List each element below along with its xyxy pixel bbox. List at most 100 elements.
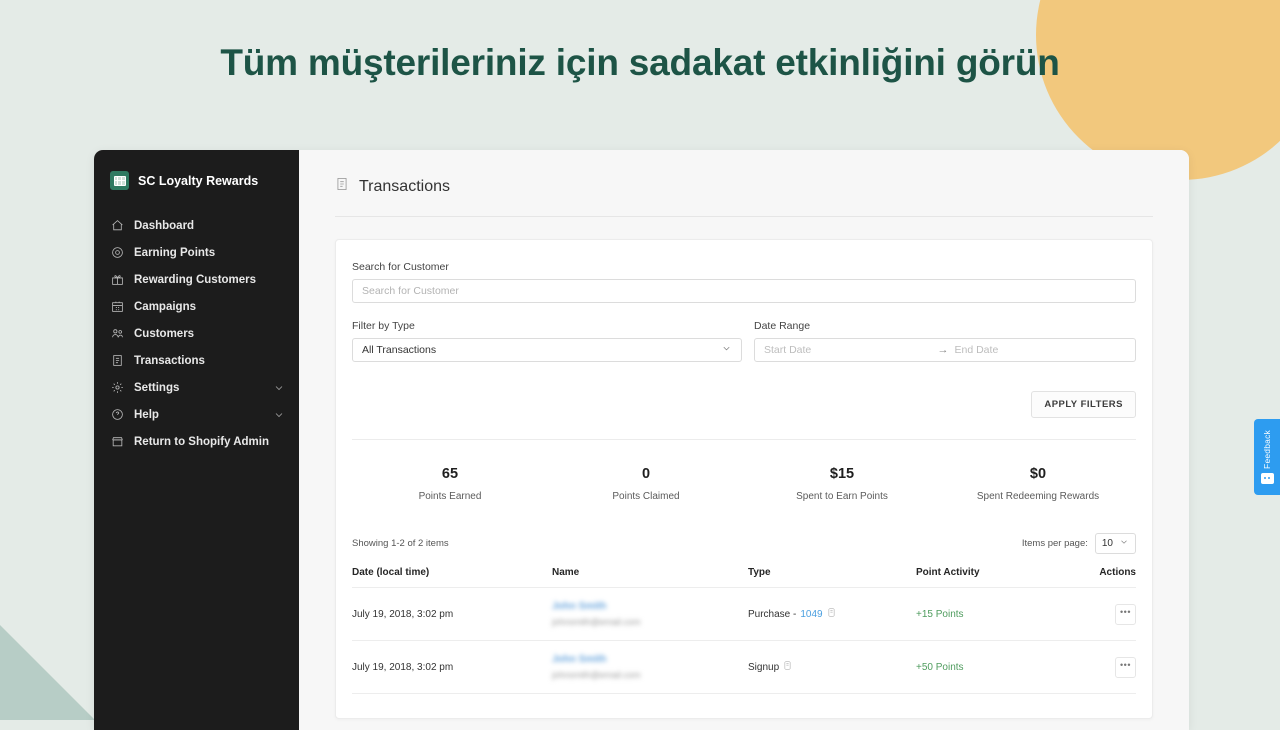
gear-icon: [110, 381, 124, 395]
date-range-label: Date Range: [754, 320, 811, 332]
table-header-row: Date (local time) Name Type Point Activi…: [352, 567, 1136, 588]
note-icon[interactable]: [827, 607, 836, 621]
type-filter-value: All Transactions: [362, 344, 437, 356]
stats-summary: 65 Points Earned 0 Points Claimed $15 Sp…: [352, 439, 1136, 502]
range-arrow-icon: →: [937, 344, 949, 356]
sidebar-item-campaigns[interactable]: Campaigns: [94, 293, 299, 320]
customer-name-link[interactable]: John Smith: [552, 654, 748, 665]
decorative-triangle-bottom-left: [0, 625, 95, 720]
type-filter-label: Filter by Type: [352, 320, 415, 332]
sidebar-item-help[interactable]: Help: [94, 401, 299, 428]
people-icon: [110, 327, 124, 341]
date-range-control: →: [754, 338, 1136, 362]
stat-points-claimed: 0 Points Claimed: [548, 466, 744, 502]
chevron-down-icon: [273, 409, 285, 421]
stat-label: Spent Redeeming Rewards: [976, 491, 1100, 502]
start-date-input[interactable]: [764, 344, 936, 356]
stat-spent-redeeming-rewards: $0 Spent Redeeming Rewards: [940, 466, 1136, 502]
calendar-icon: [110, 300, 124, 314]
column-header-point-activity: Point Activity: [916, 567, 1084, 588]
apply-filters-row: APPLY FILTERS: [352, 391, 1136, 418]
stat-spent-to-earn-points: $15 Spent to Earn Points: [744, 466, 940, 502]
points-value: +50 Points: [916, 661, 964, 673]
app-logo-icon: [110, 171, 129, 190]
list-icon: [110, 354, 124, 368]
store-icon: [110, 435, 124, 449]
showing-count: Showing 1-2 of 2 items: [352, 538, 449, 549]
sidebar-item-rewarding-customers[interactable]: Rewarding Customers: [94, 266, 299, 293]
chevron-down-icon: [1119, 537, 1129, 550]
items-per-page-value: 10: [1101, 538, 1113, 549]
points-value: +15 Points: [916, 608, 964, 620]
table-row: July 19, 2018, 3:02 pm John Smith johnsm…: [352, 640, 1136, 694]
sidebar-item-label: Customers: [134, 327, 195, 340]
type-filter-group: Filter by Type All Transactions: [352, 320, 742, 362]
column-header-name: Name: [552, 567, 748, 588]
row-actions-button[interactable]: •••: [1115, 656, 1136, 678]
main-content: Transactions Search for Customer Filter …: [299, 150, 1189, 730]
stat-value: 65: [441, 466, 459, 482]
chat-icon: [1260, 472, 1274, 484]
cell-name: John Smith johnsmith@email.com: [552, 640, 748, 694]
sidebar-item-earning-points[interactable]: Earning Points: [94, 239, 299, 266]
stat-label: Points Claimed: [612, 491, 680, 502]
column-header-type: Type: [748, 567, 916, 588]
transactions-table: Date (local time) Name Type Point Activi…: [352, 567, 1136, 694]
cell-point-activity: +50 Points: [916, 640, 1084, 694]
sidebar-item-dashboard[interactable]: Dashboard: [94, 212, 299, 239]
chevron-down-icon: [273, 382, 285, 394]
items-per-page-select[interactable]: 10: [1094, 533, 1136, 554]
app-window: SC Loyalty Rewards Dashboard Earning Poi…: [94, 150, 1189, 730]
cell-actions: •••: [1084, 640, 1136, 694]
page-heading: Tüm müşterileriniz için sadakat etkinliğ…: [220, 42, 1060, 83]
cell-name: John Smith johnsmith@email.com: [552, 587, 748, 641]
end-date-input[interactable]: [954, 344, 1126, 356]
target-icon: [110, 246, 124, 260]
brand-name: SC Loyalty Rewards: [138, 173, 259, 188]
sidebar-item-label: Campaigns: [134, 300, 196, 313]
customer-name-link[interactable]: John Smith: [552, 601, 748, 612]
home-icon: [110, 219, 124, 233]
stat-value: 0: [641, 466, 651, 482]
sidebar-item-label: Dashboard: [134, 219, 195, 232]
note-icon[interactable]: [783, 660, 792, 674]
sidebar-item-transactions[interactable]: Transactions: [94, 347, 299, 374]
stat-label: Points Earned: [418, 491, 482, 502]
sidebar-item-label: Help: [134, 408, 159, 421]
row-actions-button[interactable]: •••: [1115, 603, 1136, 625]
sidebar-item-settings[interactable]: Settings: [94, 374, 299, 401]
page-header: Transactions: [335, 176, 1153, 217]
sidebar-item-label: Return to Shopify Admin: [134, 435, 270, 448]
sidebar-item-label: Rewarding Customers: [134, 273, 257, 286]
cell-actions: •••: [1084, 587, 1136, 641]
customer-email: johnsmith@email.com: [552, 670, 641, 680]
filter-row: Filter by Type All Transactions Date Ran…: [352, 320, 1136, 362]
question-circle-icon: [110, 408, 124, 422]
table-row: July 19, 2018, 3:02 pm John Smith johnsm…: [352, 587, 1136, 641]
stat-points-earned: 65 Points Earned: [352, 466, 548, 502]
sidebar-item-label: Settings: [134, 381, 180, 394]
sidebar-item-label: Transactions: [134, 354, 205, 367]
chevron-down-icon: [721, 343, 732, 357]
column-header-actions: Actions: [1084, 567, 1136, 588]
sidebar-item-customers[interactable]: Customers: [94, 320, 299, 347]
sidebar-nav: Dashboard Earning Points Rewarding Custo…: [94, 212, 299, 455]
type-text: Signup: [748, 661, 780, 673]
column-header-date: Date (local time): [352, 567, 552, 588]
type-filter-select[interactable]: All Transactions: [352, 338, 742, 362]
sidebar-item-return-to-shopify-admin[interactable]: Return to Shopify Admin: [94, 428, 299, 455]
cell-date: July 19, 2018, 3:02 pm: [352, 640, 552, 694]
search-input[interactable]: [352, 279, 1136, 303]
stat-label: Spent to Earn Points: [796, 491, 888, 502]
pagination-row: Showing 1-2 of 2 items Items per page: 1…: [352, 533, 1136, 554]
order-link[interactable]: 1049: [800, 609, 822, 620]
feedback-tab[interactable]: Feedback: [1254, 419, 1280, 495]
search-field-group: Search for Customer: [352, 261, 1136, 303]
items-per-page-group: Items per page: 10: [1022, 533, 1136, 554]
feedback-label: Feedback: [1262, 430, 1272, 469]
gift-icon: [110, 273, 124, 287]
type-text: Purchase -: [748, 608, 797, 620]
customer-email: johnsmith@email.com: [552, 617, 641, 627]
cell-date: July 19, 2018, 3:02 pm: [352, 587, 552, 641]
apply-filters-button[interactable]: APPLY FILTERS: [1031, 391, 1136, 418]
